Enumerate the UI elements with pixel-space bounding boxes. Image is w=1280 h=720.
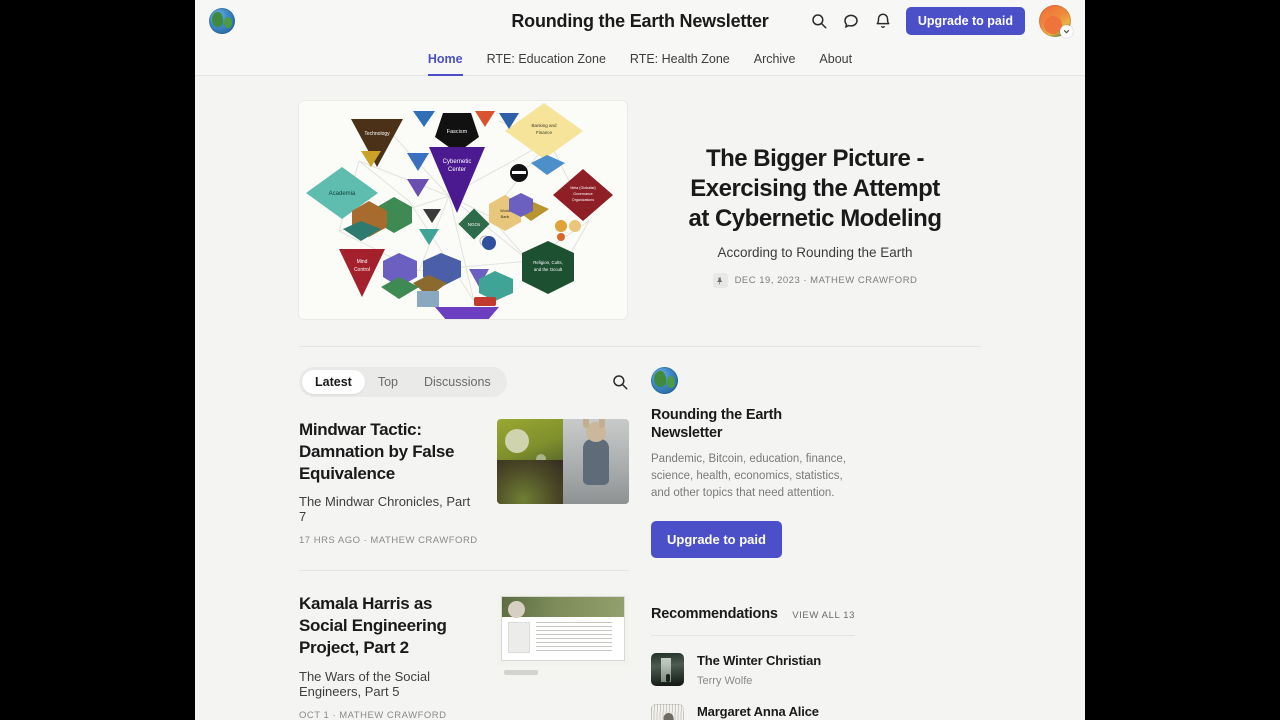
post-subtitle: The Wars of the Social Engineers, Part 5: [299, 668, 431, 699]
post-thumbnail[interactable]: [497, 593, 629, 679]
view-all-recommendations-link[interactable]: VIEW ALL 13: [792, 610, 855, 621]
zombie-horde-illustration: [497, 419, 563, 504]
svg-text:Bank: Bank: [501, 215, 510, 219]
recommendation-name: Margaret Anna Alice Through the Looking …: [697, 704, 819, 720]
post-subtitle: The Mindwar Chronicles, Part 7: [299, 494, 471, 525]
recommendations-header: Recommendations VIEW ALL 13: [651, 606, 855, 622]
earth-globe-icon[interactable]: [209, 8, 235, 34]
sidebar-publication-description: Pandemic, Bitcoin, education, finance, s…: [651, 453, 846, 499]
nav-item-health-zone[interactable]: RTE: Health Zone: [630, 42, 730, 75]
feed-filter-pills: Latest Top Discussions: [299, 367, 507, 397]
post-title: Mindwar Tactic: Damnation by False Equiv…: [299, 420, 455, 484]
recommendation-author: Terry Wolfe: [697, 675, 753, 688]
nav-item-archive[interactable]: Archive: [754, 42, 796, 75]
recommendation-name: The Winter Christian: [697, 653, 822, 669]
sidebar-upgrade-button[interactable]: Upgrade to paid: [651, 521, 782, 559]
hero-subtitle: According to Rounding the Earth: [717, 245, 913, 260]
hero-title: The Bigger Picture - Exercising the Atte…: [688, 145, 942, 232]
avatar[interactable]: [1039, 5, 1073, 38]
hero-meta-text: DEC 19, 2023 · MATHEW CRAWFORD: [734, 275, 918, 286]
hero-image[interactable]: Technology Fascism Banking and Finance C…: [299, 101, 627, 319]
bell-icon[interactable]: [874, 12, 892, 30]
svg-text:World: World: [500, 209, 510, 213]
video-screenshot-image: [497, 593, 629, 679]
recommendation-thumbnail: [651, 653, 684, 687]
svg-text:Control: Control: [354, 267, 370, 273]
newsletter-page: Rounding the Earth Newsletter Upgrade to…: [195, 0, 1085, 720]
upgrade-to-paid-button[interactable]: Upgrade to paid: [905, 7, 1025, 35]
post-text: Kamala Harris as Social Engineering Proj…: [299, 593, 479, 720]
content-columns: Latest Top Discussions Mindwar Tactic: D…: [195, 347, 1085, 720]
svg-text:Technology: Technology: [364, 131, 390, 137]
svg-text:Cybernetic: Cybernetic: [443, 159, 472, 165]
primary-navigation: Home RTE: Education Zone RTE: Health Zon…: [195, 42, 1085, 76]
feed-filter-bar: Latest Top Discussions: [299, 367, 629, 397]
recommendation-item[interactable]: Margaret Anna Alice Through the Looking …: [651, 687, 855, 720]
search-icon[interactable]: [810, 12, 828, 30]
post-feed: Latest Top Discussions Mindwar Tactic: D…: [299, 367, 629, 720]
site-header: Rounding the Earth Newsletter Upgrade to…: [195, 0, 1085, 42]
post-text: Mindwar Tactic: Damnation by False Equiv…: [299, 419, 479, 546]
post-meta: 17 HRS AGO · MATHEW CRAWFORD: [299, 535, 478, 547]
recommendation-item[interactable]: The Winter Christian Terry Wolfe: [651, 636, 855, 687]
hero-text-block: The Bigger Picture - Exercising the Atte…: [649, 101, 981, 319]
svg-text:Center: Center: [448, 167, 466, 173]
svg-text:Banking and: Banking and: [531, 123, 557, 128]
svg-text:Finance: Finance: [536, 130, 553, 135]
hero-featured-post[interactable]: Technology Fascism Banking and Finance C…: [195, 76, 1085, 319]
header-actions: Upgrade to paid: [810, 5, 1073, 38]
svg-text:Governance: Governance: [573, 192, 593, 196]
post-list-item[interactable]: Mindwar Tactic: Damnation by False Equiv…: [299, 397, 629, 572]
recommendation-text: The Winter Christian Terry Wolfe: [697, 653, 821, 687]
search-icon[interactable]: [611, 373, 629, 391]
chat-bubble-icon[interactable]: [842, 12, 860, 30]
nav-item-about[interactable]: About: [819, 42, 852, 75]
sidebar: Rounding the Earth Newsletter Pandemic, …: [651, 367, 855, 720]
recommendation-thumbnail: [651, 704, 684, 720]
post-meta: OCT 1 · MATHEW CRAWFORD: [299, 709, 447, 720]
tab-discussions[interactable]: Discussions: [411, 370, 504, 394]
svg-text:NGOs: NGOs: [468, 222, 481, 227]
svg-text:Mind: Mind: [357, 259, 368, 265]
svg-text:and the Occult: and the Occult: [534, 267, 563, 272]
svg-text:Meta (Globalist): Meta (Globalist): [570, 186, 595, 190]
svg-text:Fascism: Fascism: [447, 129, 468, 135]
rabbit-illustration: [563, 419, 629, 504]
nav-item-education-zone[interactable]: RTE: Education Zone: [487, 42, 606, 75]
svg-text:Religion, Cults,: Religion, Cults,: [533, 260, 563, 265]
hero-meta: DEC 19, 2023 · MATHEW CRAWFORD: [712, 273, 918, 288]
earth-globe-icon: [651, 367, 678, 394]
pin-icon: [712, 273, 728, 288]
svg-text:Academia: Academia: [329, 191, 356, 197]
post-list-item[interactable]: Kamala Harris as Social Engineering Proj…: [299, 571, 629, 720]
chevron-down-icon[interactable]: [1060, 25, 1073, 38]
tab-latest[interactable]: Latest: [302, 370, 365, 394]
recommendations-title: Recommendations: [651, 606, 778, 623]
recommendation-text: Margaret Anna Alice Through the Looking …: [697, 704, 855, 720]
tab-top[interactable]: Top: [365, 370, 411, 394]
nav-item-home[interactable]: Home: [427, 42, 463, 76]
sidebar-publication-name: Rounding the Earth Newsletter: [651, 407, 782, 442]
post-thumbnail[interactable]: [497, 419, 629, 504]
svg-text:Organizations: Organizations: [572, 198, 594, 202]
post-title: Kamala Harris as Social Engineering Proj…: [299, 594, 447, 658]
